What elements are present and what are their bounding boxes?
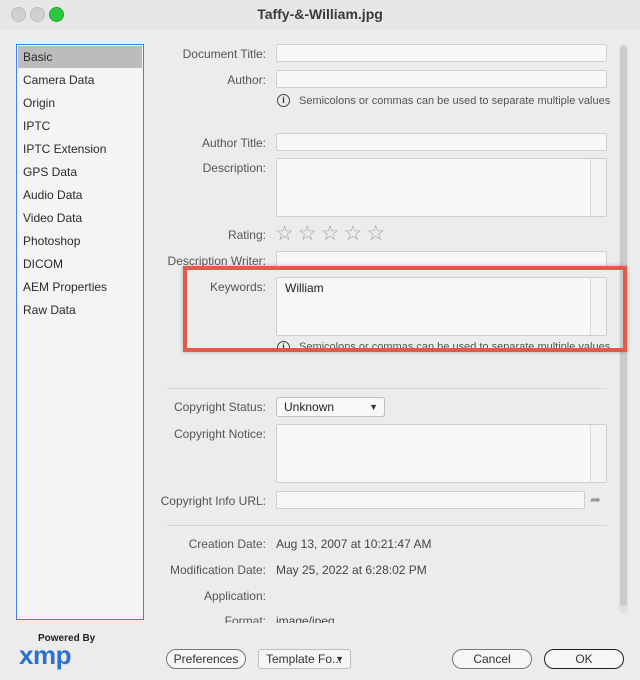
section-divider <box>167 388 607 389</box>
creation-date-label: Creation Date: <box>188 537 266 551</box>
sidebar-item-basic[interactable]: Basic <box>18 46 142 68</box>
sidebar-item-iptc[interactable]: IPTC <box>18 115 142 137</box>
format-row: Format: image/jpeg <box>156 614 616 623</box>
category-sidebar: Basic Camera Data Origin IPTC IPTC Exten… <box>16 44 144 620</box>
copyright-url-input[interactable] <box>276 491 585 509</box>
sidebar-item-origin[interactable]: Origin <box>18 92 142 114</box>
chevron-down-icon: ▼ <box>369 402 378 412</box>
window-title: Taffy-&-William.jpg <box>257 6 383 22</box>
author-label: Author: <box>227 73 266 87</box>
ok-button[interactable]: OK <box>544 649 624 669</box>
author-hint-text: Semicolons or commas can be used to sepa… <box>299 94 611 107</box>
document-title-label: Document Title: <box>182 47 266 61</box>
rating-stars: ☆ ☆ ☆ ☆ ☆ <box>275 223 385 244</box>
author-title-input[interactable] <box>276 133 607 151</box>
modification-date-label: Modification Date: <box>169 563 266 577</box>
rating-label: Rating: <box>227 228 266 242</box>
author-title-label: Author Title: <box>201 136 266 150</box>
chevron-down-icon: ▼ <box>335 654 344 664</box>
copyright-notice-scrollbar[interactable] <box>590 425 606 482</box>
modification-date-value: May 25, 2022 at 6:28:02 PM <box>276 563 427 577</box>
sidebar-item-dicom[interactable]: DICOM <box>18 253 142 275</box>
title-bar: Taffy-&-William.jpg <box>0 0 640 30</box>
sidebar-item-video-data[interactable]: Video Data <box>18 207 142 229</box>
document-title-input[interactable] <box>276 44 607 62</box>
star-icon[interactable]: ☆ <box>321 223 340 244</box>
sidebar-item-iptc-extension[interactable]: IPTC Extension <box>18 138 142 160</box>
star-icon[interactable]: ☆ <box>366 223 385 244</box>
keywords-highlight-box <box>183 266 627 352</box>
description-textarea[interactable] <box>276 158 607 217</box>
star-icon[interactable]: ☆ <box>275 223 294 244</box>
star-icon[interactable]: ☆ <box>298 223 317 244</box>
copyright-status-value: Unknown <box>284 400 335 414</box>
template-folder-label: Template Fo... <box>266 652 343 666</box>
format-label: Format: <box>224 614 266 623</box>
creation-date-value: Aug 13, 2007 at 10:21:47 AM <box>276 537 432 551</box>
copyright-status-select[interactable]: Unknown ▼ <box>276 397 385 417</box>
copyright-notice-textarea[interactable] <box>276 424 607 483</box>
arrow-right-icon[interactable]: ➦ <box>590 492 601 508</box>
format-value: image/jpeg <box>276 614 335 623</box>
sidebar-item-gps-data[interactable]: GPS Data <box>18 161 142 183</box>
sidebar-item-camera-data[interactable]: Camera Data <box>18 69 142 91</box>
sidebar-item-raw-data[interactable]: Raw Data <box>18 299 142 321</box>
copyright-status-label: Copyright Status: <box>173 400 266 414</box>
copyright-notice-label: Copyright Notice: <box>173 427 266 441</box>
template-folder-menu[interactable]: Template Fo... ▼ <box>258 649 351 669</box>
info-icon: i <box>277 94 290 107</box>
author-hint: i Semicolons or commas can be used to se… <box>277 94 610 107</box>
cancel-button[interactable]: Cancel <box>452 649 532 669</box>
copyright-url-label: Copyright Info URL: <box>160 494 266 508</box>
sidebar-item-photoshop[interactable]: Photoshop <box>18 230 142 252</box>
sidebar-item-audio-data[interactable]: Audio Data <box>18 184 142 206</box>
preferences-button[interactable]: Preferences <box>166 649 246 669</box>
section-divider <box>167 525 607 526</box>
author-input[interactable] <box>276 70 607 88</box>
xmp-logo: xmp <box>19 640 71 670</box>
sidebar-item-aem-properties[interactable]: AEM Properties <box>18 276 142 298</box>
application-label: Application: <box>203 589 266 603</box>
description-label: Description: <box>202 161 266 175</box>
star-icon[interactable]: ☆ <box>343 223 362 244</box>
description-scrollbar[interactable] <box>590 159 606 216</box>
